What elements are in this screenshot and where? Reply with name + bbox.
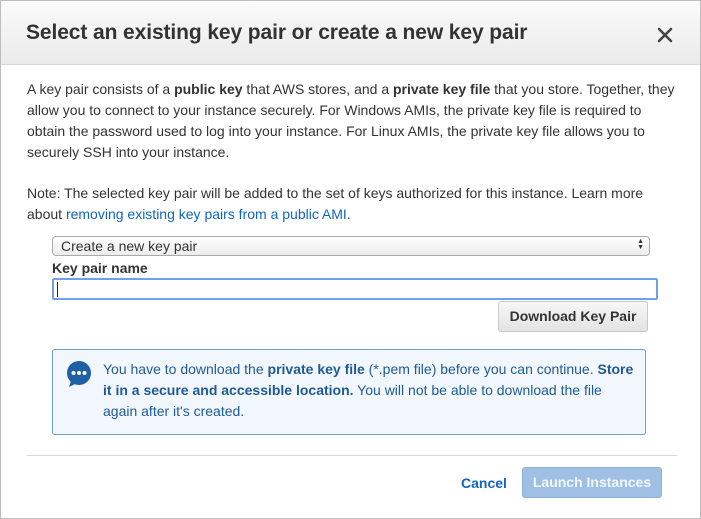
remove-key-pairs-link[interactable]: removing existing key pairs from a publi… xyxy=(66,206,347,222)
info-bold: private key file xyxy=(267,361,365,377)
key-pair-name-label: Key pair name xyxy=(52,260,148,276)
launch-instances-button[interactable]: Launch Instances xyxy=(522,467,662,498)
key-pair-note: Note: The selected key pair will be adde… xyxy=(27,183,677,225)
private-key-term: private key file xyxy=(393,81,491,97)
description-text: that AWS stores, and a xyxy=(242,81,393,97)
dialog-title: Select an existing key pair or create a … xyxy=(26,21,528,44)
key-pair-select-value: Create a new key pair xyxy=(61,238,198,254)
select-arrows-icon: ▲ ▼ xyxy=(637,238,644,251)
cancel-button[interactable]: Cancel xyxy=(461,475,507,491)
text-caret xyxy=(57,282,58,297)
dialog-header: Select an existing key pair or create a … xyxy=(1,1,700,65)
info-text: (*.pem file) before you can continue. xyxy=(364,361,598,377)
note-end: . xyxy=(346,206,351,222)
footer-divider xyxy=(27,455,677,456)
public-key-term: public key xyxy=(174,81,243,97)
key-pair-description: A key pair consists of a public key that… xyxy=(27,79,677,163)
close-icon xyxy=(657,27,673,43)
info-alert: You have to download the private key fil… xyxy=(52,349,646,435)
key-pair-name-input[interactable] xyxy=(52,278,658,300)
download-key-pair-button[interactable]: Download Key Pair xyxy=(498,301,648,332)
key-pair-select[interactable]: Create a new key pair ▲ ▼ xyxy=(52,236,650,256)
info-text: You have to download the xyxy=(103,361,268,377)
key-pair-dialog: Select an existing key pair or create a … xyxy=(0,0,701,519)
speech-bubble-icon xyxy=(67,361,91,387)
close-button[interactable] xyxy=(653,23,677,47)
description-text: A key pair consists of a xyxy=(27,81,175,97)
info-message: You have to download the private key fil… xyxy=(103,359,639,422)
